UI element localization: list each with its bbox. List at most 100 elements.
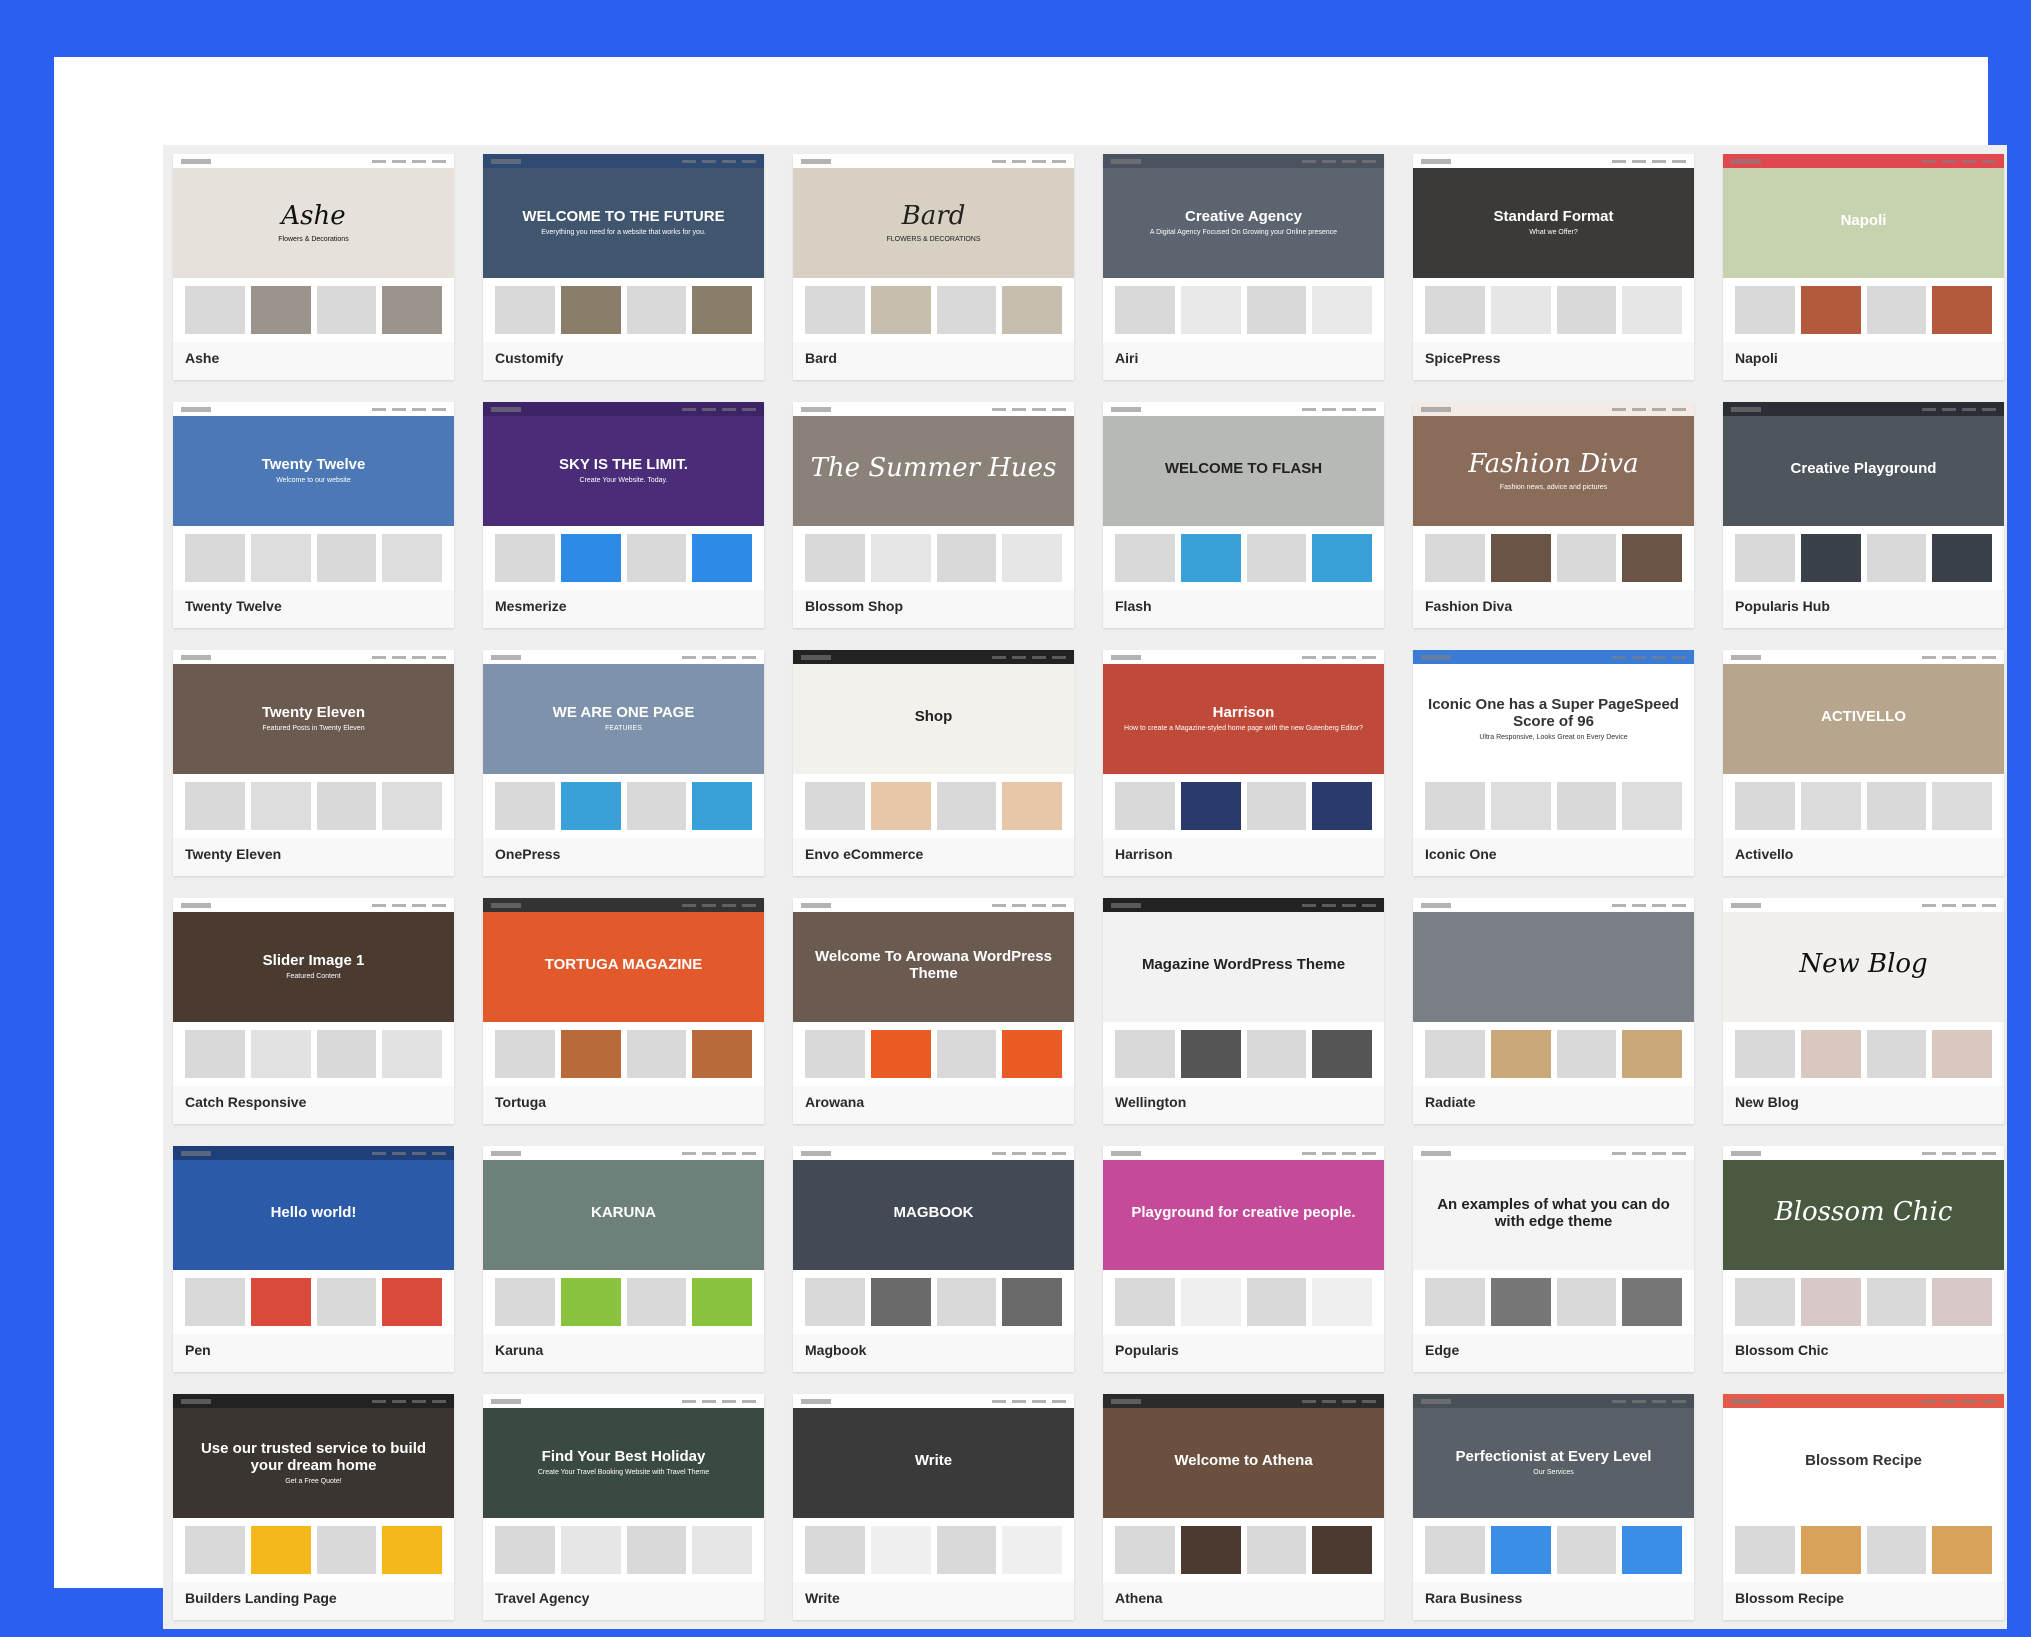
theme-card-new-blog[interactable]: New Blog New Blog <box>1723 898 2004 1124</box>
theme-name[interactable]: Blossom Chic <box>1735 1342 1828 1358</box>
theme-card-karuna[interactable]: KARUNA Karuna <box>483 1146 764 1372</box>
theme-preview-thumbnail[interactable]: Creative Playground <box>1723 402 2004 590</box>
theme-name[interactable]: Envo eCommerce <box>805 846 923 862</box>
theme-name[interactable]: Edge <box>1425 1342 1459 1358</box>
theme-name[interactable]: Tortuga <box>495 1094 546 1110</box>
theme-name[interactable]: Write <box>805 1590 840 1606</box>
theme-preview-thumbnail[interactable]: Harrison How to create a Magazine-styled… <box>1103 650 1384 838</box>
theme-card-builders-landing-page[interactable]: Use our trusted service to build your dr… <box>173 1394 454 1620</box>
theme-name[interactable]: Iconic One <box>1425 846 1497 862</box>
theme-name[interactable]: New Blog <box>1735 1094 1799 1110</box>
theme-preview-thumbnail[interactable]: Iconic One has a Super PageSpeed Score o… <box>1413 650 1694 838</box>
theme-preview-thumbnail[interactable]: An examples of what you can do with edge… <box>1413 1146 1694 1334</box>
theme-name[interactable]: Flash <box>1115 598 1152 614</box>
theme-card-onepress[interactable]: WE ARE ONE PAGE FEATURES OnePress <box>483 650 764 876</box>
theme-card-radiate[interactable]: Radiate <box>1413 898 1694 1124</box>
theme-card-blossom-recipe[interactable]: Blossom Recipe Blossom Recipe <box>1723 1394 2004 1620</box>
theme-name[interactable]: Customify <box>495 350 563 366</box>
theme-preview-thumbnail[interactable]: SKY IS THE LIMIT. Create Your Website. T… <box>483 402 764 590</box>
theme-preview-thumbnail[interactable]: Use our trusted service to build your dr… <box>173 1394 454 1582</box>
theme-card-blossom-shop[interactable]: The Summer Hues Blossom Shop <box>793 402 1074 628</box>
theme-name[interactable]: Pen <box>185 1342 211 1358</box>
theme-preview-thumbnail[interactable]: Perfectionist at Every Level Our Service… <box>1413 1394 1694 1582</box>
theme-name[interactable]: OnePress <box>495 846 560 862</box>
theme-preview-thumbnail[interactable]: Playground for creative people. <box>1103 1146 1384 1334</box>
theme-card-wellington[interactable]: Magazine WordPress Theme Wellington <box>1103 898 1384 1124</box>
theme-name[interactable]: Magbook <box>805 1342 866 1358</box>
theme-card-bard[interactable]: Bard FLOWERS & DECORATIONS Bard <box>793 154 1074 380</box>
theme-preview-thumbnail[interactable]: Blossom Chic <box>1723 1146 2004 1334</box>
theme-card-popularis-hub[interactable]: Creative Playground Popularis Hub <box>1723 402 2004 628</box>
theme-name[interactable]: Popularis Hub <box>1735 598 1830 614</box>
theme-preview-thumbnail[interactable]: Bard FLOWERS & DECORATIONS <box>793 154 1074 342</box>
theme-name[interactable]: Wellington <box>1115 1094 1186 1110</box>
theme-preview-thumbnail[interactable]: Blossom Recipe <box>1723 1394 2004 1582</box>
theme-card-fashion-diva[interactable]: Fashion Diva Fashion news, advice and pi… <box>1413 402 1694 628</box>
theme-name[interactable]: Arowana <box>805 1094 864 1110</box>
theme-card-magbook[interactable]: MAGBOOK Magbook <box>793 1146 1074 1372</box>
theme-card-arowana[interactable]: Welcome To Arowana WordPress Theme Arowa… <box>793 898 1074 1124</box>
theme-preview-thumbnail[interactable]: New Blog <box>1723 898 2004 1086</box>
theme-name[interactable]: Ashe <box>185 350 219 366</box>
theme-preview-thumbnail[interactable]: The Summer Hues <box>793 402 1074 590</box>
theme-card-twenty-eleven[interactable]: Twenty Eleven Featured Posts in Twenty E… <box>173 650 454 876</box>
theme-preview-thumbnail[interactable]: Twenty Twelve Welcome to our website <box>173 402 454 590</box>
theme-name[interactable]: Popularis <box>1115 1342 1179 1358</box>
theme-card-twenty-twelve[interactable]: Twenty Twelve Welcome to our website Twe… <box>173 402 454 628</box>
theme-preview-thumbnail[interactable]: WELCOME TO THE FUTURE Everything you nee… <box>483 154 764 342</box>
theme-preview-thumbnail[interactable]: TORTUGA MAGAZINE <box>483 898 764 1086</box>
theme-name[interactable]: Karuna <box>495 1342 543 1358</box>
theme-card-travel-agency[interactable]: Find Your Best Holiday Create Your Trave… <box>483 1394 764 1620</box>
theme-name[interactable]: Bard <box>805 350 837 366</box>
theme-preview-thumbnail[interactable] <box>1413 898 1694 1086</box>
theme-name[interactable]: Athena <box>1115 1590 1162 1606</box>
theme-name[interactable]: Blossom Recipe <box>1735 1590 1844 1606</box>
theme-preview-thumbnail[interactable]: Hello world! <box>173 1146 454 1334</box>
theme-name[interactable]: Fashion Diva <box>1425 598 1512 614</box>
theme-preview-thumbnail[interactable]: Write <box>793 1394 1074 1582</box>
theme-preview-thumbnail[interactable]: Creative Agency A Digital Agency Focused… <box>1103 154 1384 342</box>
theme-preview-thumbnail[interactable]: Fashion Diva Fashion news, advice and pi… <box>1413 402 1694 590</box>
theme-name[interactable]: Catch Responsive <box>185 1094 306 1110</box>
theme-name[interactable]: Mesmerize <box>495 598 567 614</box>
theme-preview-thumbnail[interactable]: Find Your Best Holiday Create Your Trave… <box>483 1394 764 1582</box>
theme-name[interactable]: Builders Landing Page <box>185 1590 337 1606</box>
theme-card-envo-ecommerce[interactable]: Shop Envo eCommerce <box>793 650 1074 876</box>
theme-preview-thumbnail[interactable]: ACTIVELLO <box>1723 650 2004 838</box>
theme-name[interactable]: Airi <box>1115 350 1138 366</box>
theme-card-write[interactable]: Write Write <box>793 1394 1074 1620</box>
theme-card-tortuga[interactable]: TORTUGA MAGAZINE Tortuga <box>483 898 764 1124</box>
theme-preview-thumbnail[interactable]: WE ARE ONE PAGE FEATURES <box>483 650 764 838</box>
theme-name[interactable]: Rara Business <box>1425 1590 1522 1606</box>
theme-card-rara-business[interactable]: Perfectionist at Every Level Our Service… <box>1413 1394 1694 1620</box>
theme-card-napoli[interactable]: Napoli Napoli <box>1723 154 2004 380</box>
theme-name[interactable]: Radiate <box>1425 1094 1476 1110</box>
theme-preview-thumbnail[interactable]: Shop <box>793 650 1074 838</box>
theme-preview-thumbnail[interactable]: Ashe Flowers & Decorations <box>173 154 454 342</box>
theme-preview-thumbnail[interactable]: Welcome to Athena <box>1103 1394 1384 1582</box>
theme-card-spicepress[interactable]: Standard Format What we Offer? SpicePres… <box>1413 154 1694 380</box>
theme-card-ashe[interactable]: Ashe Flowers & Decorations Ashe <box>173 154 454 380</box>
theme-name[interactable]: Twenty Twelve <box>185 598 282 614</box>
theme-name[interactable]: Twenty Eleven <box>185 846 281 862</box>
theme-card-catch-responsive[interactable]: Slider Image 1 Featured Content Catch Re… <box>173 898 454 1124</box>
theme-card-airi[interactable]: Creative Agency A Digital Agency Focused… <box>1103 154 1384 380</box>
theme-name[interactable]: Activello <box>1735 846 1793 862</box>
theme-preview-thumbnail[interactable]: Welcome To Arowana WordPress Theme <box>793 898 1074 1086</box>
theme-card-harrison[interactable]: Harrison How to create a Magazine-styled… <box>1103 650 1384 876</box>
theme-card-activello[interactable]: ACTIVELLO Activello <box>1723 650 2004 876</box>
theme-preview-thumbnail[interactable]: WELCOME TO FLASH <box>1103 402 1384 590</box>
theme-name[interactable]: SpicePress <box>1425 350 1501 366</box>
theme-preview-thumbnail[interactable]: MAGBOOK <box>793 1146 1074 1334</box>
theme-name[interactable]: Travel Agency <box>495 1590 589 1606</box>
theme-card-flash[interactable]: WELCOME TO FLASH Flash <box>1103 402 1384 628</box>
theme-preview-thumbnail[interactable]: Slider Image 1 Featured Content <box>173 898 454 1086</box>
theme-card-iconic-one[interactable]: Iconic One has a Super PageSpeed Score o… <box>1413 650 1694 876</box>
theme-preview-thumbnail[interactable]: Twenty Eleven Featured Posts in Twenty E… <box>173 650 454 838</box>
theme-card-pen[interactable]: Hello world! Pen <box>173 1146 454 1372</box>
theme-card-customify[interactable]: WELCOME TO THE FUTURE Everything you nee… <box>483 154 764 380</box>
theme-name[interactable]: Harrison <box>1115 846 1173 862</box>
theme-card-blossom-chic[interactable]: Blossom Chic Blossom Chic <box>1723 1146 2004 1372</box>
theme-card-edge[interactable]: An examples of what you can do with edge… <box>1413 1146 1694 1372</box>
theme-card-popularis[interactable]: Playground for creative people. Populari… <box>1103 1146 1384 1372</box>
